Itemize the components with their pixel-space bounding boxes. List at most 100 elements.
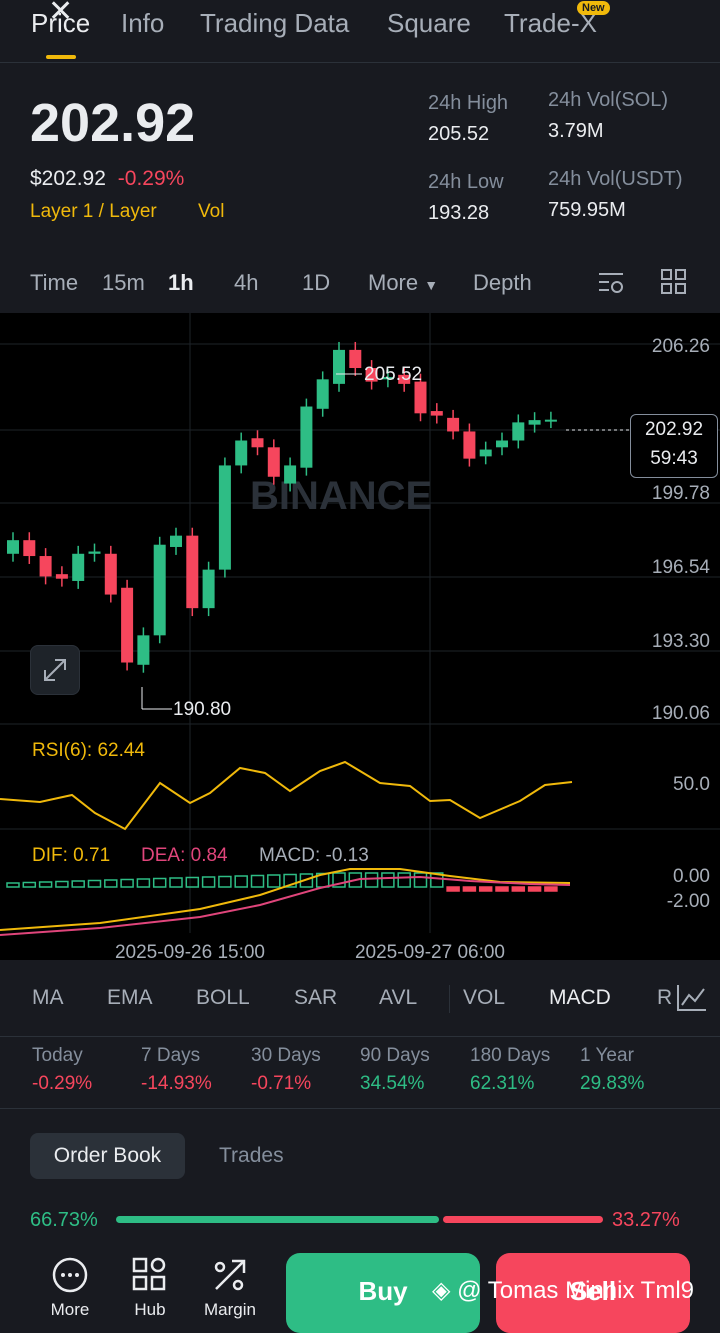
candle-body: [153, 544, 166, 636]
layout-grid-icon[interactable]: [660, 268, 688, 296]
chart-canvas[interactable]: BINANCE 205.52 190.80 206.26 199.78 196.…: [0, 313, 720, 960]
perf-value: -14.93%: [141, 1073, 212, 1094]
candle-body: [267, 447, 280, 477]
tab-square[interactable]: Square: [387, 8, 471, 39]
macd-bar: [201, 876, 216, 888]
vol-sol-value: 3.79M: [548, 120, 604, 142]
low-value: 193.28: [428, 202, 490, 224]
perf-label: 30 Days: [251, 1045, 321, 1066]
category-row: Layer 1 / Layer Vol: [30, 201, 224, 223]
candle-body: [218, 465, 231, 570]
chart-settings-icon[interactable]: [597, 268, 627, 298]
dea-label: DEA: 0.84: [141, 845, 228, 866]
macd-bar: [267, 874, 281, 888]
tf-time[interactable]: Time: [30, 270, 78, 296]
rsi-label: RSI(6): 62.44: [32, 740, 145, 761]
macd-bar: [364, 872, 379, 888]
more-icon[interactable]: [50, 1255, 90, 1295]
user-watermark: ◈ @ Tomas Minnix Tml9: [432, 1276, 694, 1305]
macd-bar: [120, 878, 134, 888]
perf-label: Today: [32, 1045, 83, 1066]
candle-body: [104, 553, 117, 595]
candle-body: [333, 349, 345, 384]
price-usd-row: $202.92 -0.29%: [30, 167, 184, 191]
candle-body: [430, 411, 443, 416]
indicator-settings-icon[interactable]: [676, 983, 708, 1013]
macd-tick: -2.00: [667, 891, 710, 912]
nav-margin-label[interactable]: Margin: [185, 1300, 275, 1320]
low-marker: 190.80: [173, 699, 231, 720]
fullscreen-button[interactable]: [30, 645, 80, 695]
macd-bar: [38, 881, 53, 888]
candle-body: [170, 535, 182, 547]
price-tick: 199.78: [652, 483, 710, 504]
tab-trades[interactable]: Trades: [219, 1133, 284, 1179]
candle-body: [137, 635, 150, 665]
tab-info[interactable]: Info: [121, 8, 164, 39]
candle-body: [235, 440, 248, 466]
section-divider: [0, 1108, 720, 1109]
candle-body: [300, 406, 313, 468]
perf-label: 180 Days: [470, 1045, 551, 1066]
vol-tag[interactable]: Vol: [198, 201, 224, 222]
macd-bar: [136, 878, 151, 888]
tf-15m[interactable]: 15m: [102, 270, 145, 296]
indicator-sar[interactable]: SAR: [294, 986, 337, 1010]
nav-more-label[interactable]: More: [25, 1300, 115, 1320]
price-change: -0.29%: [117, 167, 185, 190]
dif-line: [0, 868, 571, 931]
hub-icon[interactable]: [130, 1255, 170, 1295]
indicator-ema[interactable]: EMA: [107, 986, 153, 1010]
candle-body: [7, 540, 19, 554]
candle-body: [55, 574, 68, 579]
tf-1d[interactable]: 1D: [302, 270, 330, 296]
indicator-boll[interactable]: BOLL: [196, 986, 250, 1010]
macd-bar: [495, 886, 509, 892]
caret-down-icon: ▼: [424, 277, 439, 293]
active-tab-indicator: [46, 55, 76, 59]
tf-depth[interactable]: Depth: [473, 270, 532, 296]
macd-bar: [381, 872, 395, 888]
bid-bar: [116, 1216, 439, 1223]
macd-bar: [544, 886, 558, 892]
tab-trading-data[interactable]: Trading Data: [200, 8, 349, 39]
rsi-line: [0, 760, 573, 831]
macd-bar: [446, 886, 460, 892]
macd-bar: [87, 879, 102, 888]
tf-more[interactable]: More ▼: [368, 270, 438, 296]
current-price-value: 202.92: [644, 419, 704, 440]
indicator-divider: [449, 985, 450, 1013]
price-tick: 190.06: [652, 703, 710, 724]
price-usd: $202.92: [30, 167, 106, 190]
expand-icon: [44, 659, 66, 681]
indicator-vol[interactable]: VOL: [463, 986, 505, 1010]
tab-price[interactable]: Price: [31, 8, 90, 39]
indicator-ma[interactable]: MA: [32, 986, 64, 1010]
candle-body: [284, 465, 297, 484]
ask-bar: [442, 1216, 603, 1223]
category-tag[interactable]: Layer 1 / Layer: [30, 201, 157, 222]
top-tab-bar: ✕ Price Info Trading Data Square Trade-X…: [0, 0, 720, 63]
new-badge: New: [577, 1, 610, 15]
nav-hub-label[interactable]: Hub: [105, 1300, 195, 1320]
margin-icon[interactable]: [210, 1255, 250, 1295]
tab-order-book[interactable]: Order Book: [30, 1133, 185, 1179]
tf-1h[interactable]: 1h: [168, 270, 194, 296]
indicator-r[interactable]: R: [657, 986, 672, 1010]
candle-body: [202, 569, 215, 609]
macd-bar: [234, 875, 248, 888]
indicator-avl[interactable]: AVL: [379, 986, 417, 1010]
high-value: 205.52: [428, 123, 490, 145]
perf-value: 62.31%: [470, 1073, 535, 1094]
candle-body: [39, 556, 52, 577]
tf-4h[interactable]: 4h: [234, 270, 258, 296]
candlestick-chart[interactable]: BINANCE 205.52 190.80 206.26 199.78 196.…: [0, 313, 720, 960]
tf-more-label: More: [368, 270, 419, 295]
candle-body: [496, 440, 508, 448]
indicator-macd[interactable]: MACD: [549, 986, 611, 1010]
macd-bar: [104, 879, 118, 888]
candle-countdown: 59:43: [650, 448, 698, 469]
candle-body: [447, 417, 460, 432]
perf-value: -0.29%: [32, 1073, 93, 1094]
candle-body: [463, 431, 476, 459]
